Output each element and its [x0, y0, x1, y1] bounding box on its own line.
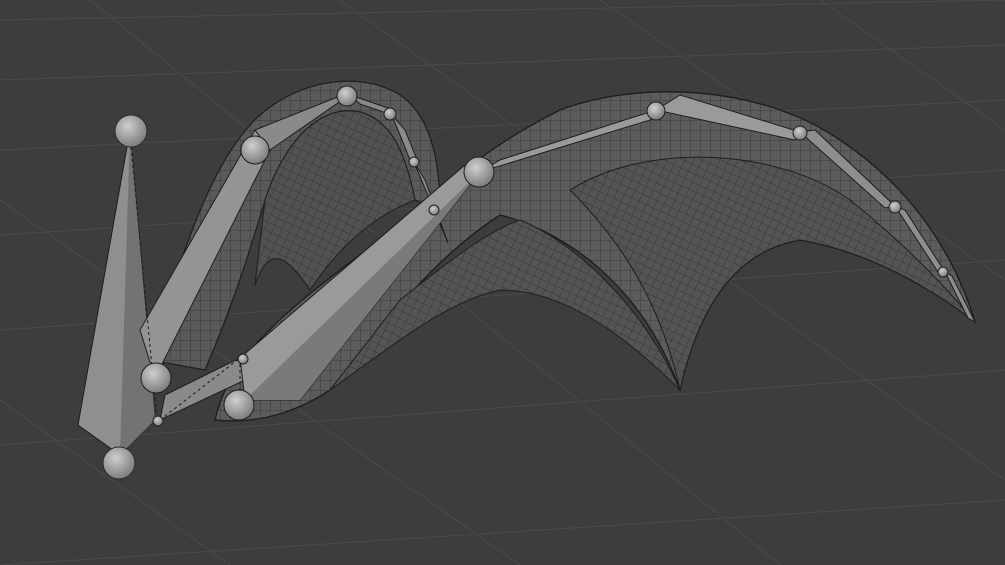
joint-small-1[interactable]	[336, 85, 358, 107]
joint-small-wrist[interactable]	[237, 353, 249, 365]
joint-elbow[interactable]	[240, 135, 270, 165]
joint-long-2[interactable]	[792, 125, 808, 141]
joint-small-base[interactable]	[152, 415, 164, 427]
viewport-canvas[interactable]	[0, 0, 1005, 565]
joint-small-2[interactable]	[383, 107, 397, 121]
joint-root-head[interactable]	[114, 114, 148, 148]
joint-hand-top[interactable]	[463, 156, 495, 188]
joint-shoulder[interactable]	[140, 362, 172, 394]
3d-viewport[interactable]	[0, 0, 1005, 565]
joint-root-tail[interactable]	[102, 446, 136, 480]
joint-wrist[interactable]	[223, 389, 255, 421]
joint-long-4[interactable]	[937, 266, 949, 278]
joint-long-1[interactable]	[646, 101, 666, 121]
joint-long-3[interactable]	[888, 200, 902, 214]
joint-small-4[interactable]	[428, 204, 440, 216]
joint-small-3[interactable]	[408, 156, 420, 168]
